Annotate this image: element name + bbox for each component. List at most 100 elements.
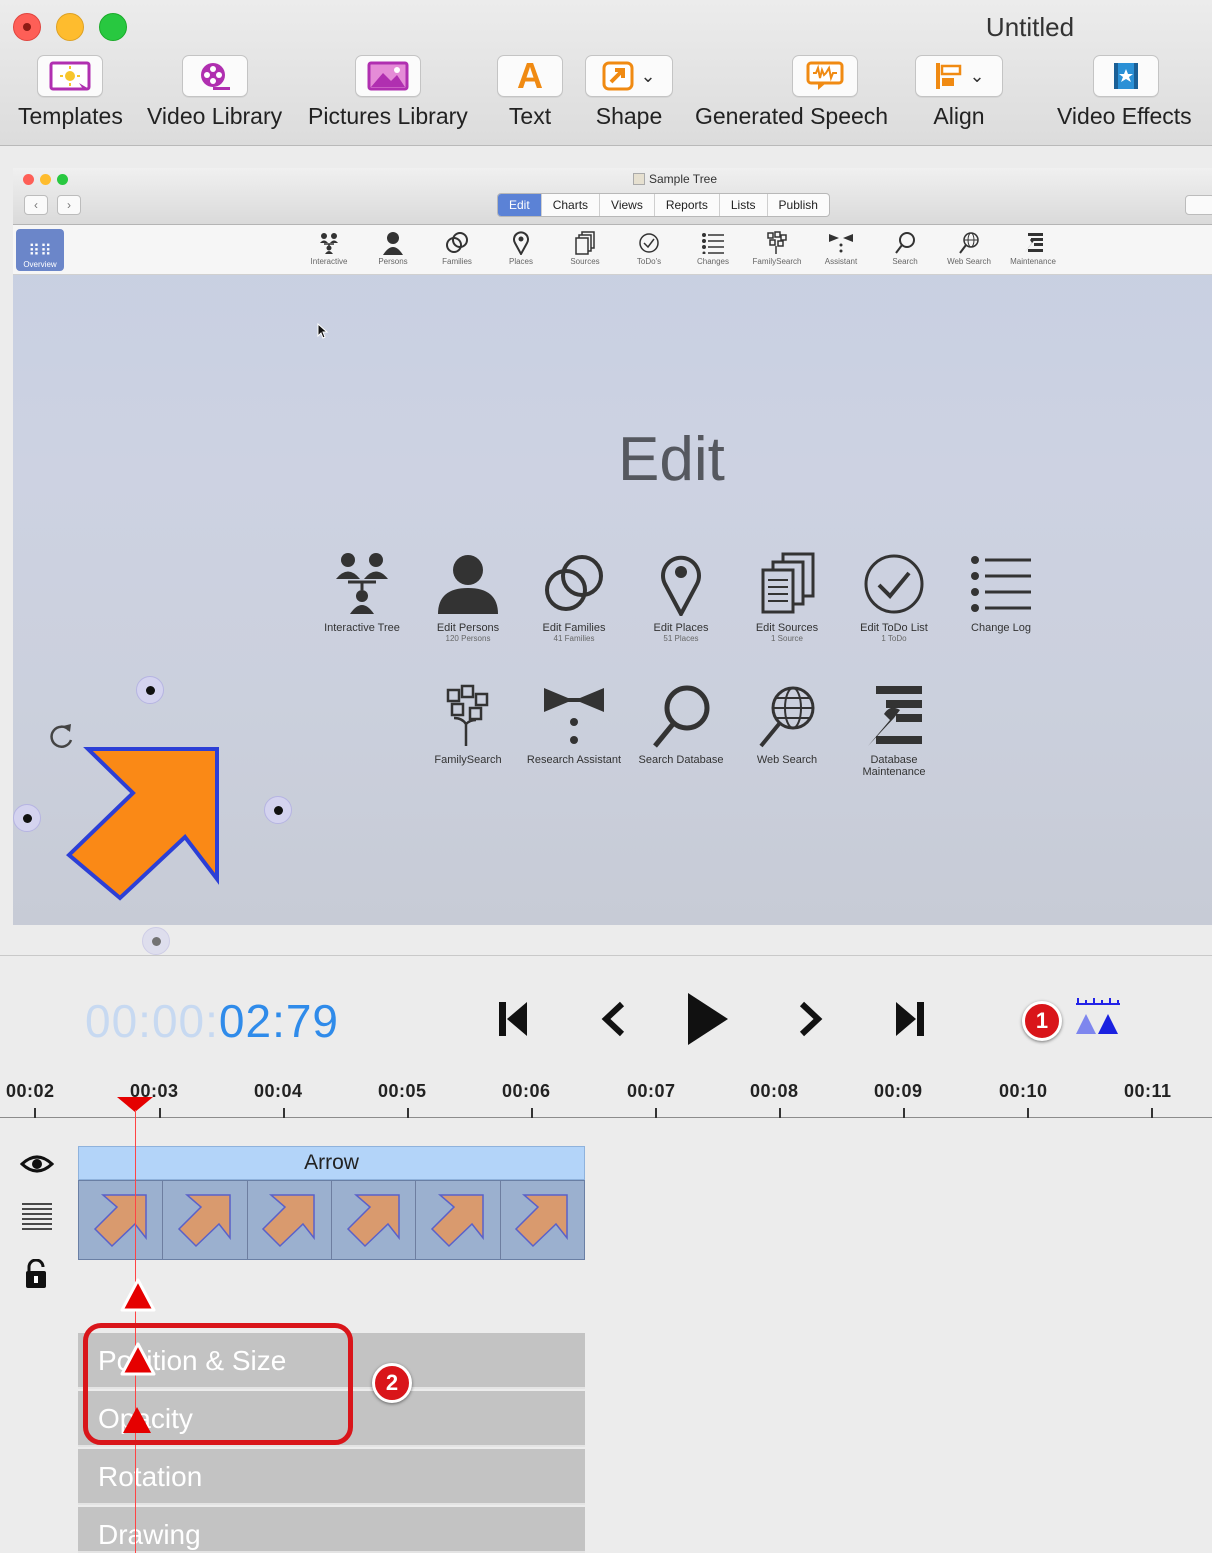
previous-frame-button[interactable] xyxy=(588,994,638,1044)
familysearch-item: FamilySearch xyxy=(408,680,528,766)
ruler-tick xyxy=(159,1108,161,1118)
toolbar-maintenance: Maintenance xyxy=(1001,229,1065,266)
inner-tab-bar: Edit Charts Views Reports Lists Publish xyxy=(497,193,830,217)
clip-thumbnail xyxy=(416,1181,501,1259)
visibility-eye-icon[interactable] xyxy=(20,1154,54,1174)
generated-speech-label: Generated Speech xyxy=(695,103,889,129)
clip-thumbnail xyxy=(247,1181,332,1259)
ruler-markers-icon xyxy=(1076,998,1120,1034)
toolbar-web-search: Web Search xyxy=(937,229,1001,266)
ruler-label: 00:11 xyxy=(1124,1081,1172,1101)
database-maintenance-item: Database Maintenance xyxy=(834,680,954,778)
toolbar-todos: ToDo's xyxy=(617,229,681,266)
resize-handle[interactable] xyxy=(142,927,170,955)
property-drawing[interactable]: Drawing xyxy=(78,1507,585,1553)
timecode-bright: 02:79 xyxy=(218,995,340,1047)
video-canvas[interactable]: Sample Tree ‹ › Edit Charts Views Report… xyxy=(13,168,1212,925)
ruler-tick xyxy=(531,1108,533,1118)
track-lines-icon[interactable] xyxy=(20,1201,54,1231)
resize-handle[interactable] xyxy=(264,796,292,824)
go-to-end-button[interactable] xyxy=(885,994,935,1044)
skip-to-end-icon xyxy=(896,1002,924,1036)
interactive-tree-icon xyxy=(320,233,338,254)
bowtie-icon xyxy=(544,688,604,744)
templates-icon xyxy=(49,61,91,91)
text-button[interactable]: A Text xyxy=(497,55,563,130)
timeline-zoom-button[interactable] xyxy=(1074,996,1122,1041)
align-button[interactable]: ⌄ Align xyxy=(915,55,1003,130)
video-effects-button[interactable]: Video Effects xyxy=(1057,55,1192,130)
magnifier-icon xyxy=(895,232,915,254)
list-icon xyxy=(702,233,724,254)
ruler-label: 00:05 xyxy=(378,1081,427,1101)
timeline-ruler[interactable]: 00:02 00:03 00:04 00:05 00:06 00:07 00:0… xyxy=(0,1073,1212,1118)
chevron-down-icon: ⌄ xyxy=(640,65,656,86)
clip-thumbnail xyxy=(79,1181,164,1259)
bowtie-icon xyxy=(829,234,853,253)
toolbar-persons: Persons xyxy=(361,229,425,266)
ruler-label: 00:07 xyxy=(627,1081,676,1101)
toolbar-changes: Changes xyxy=(681,229,745,266)
research-assistant-item: Research Assistant xyxy=(514,680,634,766)
arrow-thumbnail-icon xyxy=(346,1194,400,1248)
resize-handle[interactable] xyxy=(136,676,164,704)
minimize-window-button[interactable] xyxy=(56,13,84,41)
rings-icon xyxy=(545,555,603,611)
grid-icon: ⠿⠿ xyxy=(28,243,52,260)
interactive-tree-icon xyxy=(336,553,388,614)
align-label: Align xyxy=(933,103,985,129)
zoom-window-button[interactable] xyxy=(99,13,127,41)
play-button[interactable] xyxy=(683,993,733,1045)
ruler-label: 00:10 xyxy=(999,1081,1048,1101)
inner-close-button xyxy=(23,174,34,185)
inner-minimize-button xyxy=(40,174,51,185)
ruler-label: 00:09 xyxy=(874,1081,923,1101)
rotate-icon[interactable] xyxy=(47,721,77,751)
map-pin-icon xyxy=(661,555,701,616)
chevron-down-icon: ⌄ xyxy=(969,65,985,86)
globe-search-icon xyxy=(759,686,815,748)
mouse-cursor-icon xyxy=(317,323,329,339)
generated-speech-button[interactable]: Generated Speech xyxy=(695,55,888,130)
clip-thumbnail xyxy=(331,1181,417,1259)
ruler-tick xyxy=(903,1108,905,1118)
keyframe-marker[interactable] xyxy=(119,1277,157,1313)
ruler-tick xyxy=(1151,1108,1153,1118)
go-to-start-button[interactable] xyxy=(488,994,538,1044)
clip-thumbnail xyxy=(500,1181,584,1259)
web-search-item: Web Search xyxy=(727,680,847,766)
pictures-library-label: Pictures Library xyxy=(308,103,468,129)
ruler-tick xyxy=(655,1108,657,1118)
clip-title[interactable]: Arrow xyxy=(78,1146,585,1180)
edit-todo-list-item: Edit ToDo List 1 ToDo xyxy=(834,548,954,643)
arrow-thumbnail-icon xyxy=(515,1194,569,1248)
clip-thumbnails[interactable] xyxy=(78,1180,585,1260)
shape-button[interactable]: ⌄ Shape xyxy=(585,55,673,130)
checkmark-circle-icon xyxy=(639,233,659,253)
callout-1: 1 xyxy=(1022,1001,1062,1041)
close-window-button[interactable] xyxy=(13,13,41,41)
timecode-dim: 00:00: xyxy=(85,995,219,1047)
toolbar-interactive: Interactive xyxy=(297,229,361,266)
shape-label: Shape xyxy=(595,103,663,129)
resize-handle[interactable] xyxy=(13,804,41,832)
inner-window-title: Sample Tree xyxy=(633,172,717,186)
templates-button[interactable]: Templates xyxy=(18,55,123,130)
arrow-shape[interactable] xyxy=(63,743,233,903)
text-label: Text xyxy=(508,103,552,129)
rings-icon xyxy=(446,232,468,253)
edit-persons-item: Edit Persons 120 Persons xyxy=(408,548,528,643)
property-rotation[interactable]: Rotation xyxy=(78,1449,585,1505)
overview-button: ⠿⠿ Overview xyxy=(16,229,64,271)
next-frame-button[interactable] xyxy=(786,994,836,1044)
pictures-library-button[interactable]: Pictures Library xyxy=(308,55,468,130)
unlocked-padlock-icon[interactable] xyxy=(24,1259,48,1289)
ruler-tick xyxy=(1027,1108,1029,1118)
tab-charts: Charts xyxy=(542,194,601,216)
video-library-label: Video Library xyxy=(147,103,283,129)
edit-sources-item: Edit Sources 1 Source xyxy=(727,548,847,643)
skip-to-start-icon xyxy=(499,1002,527,1036)
video-library-button[interactable]: Video Library xyxy=(147,55,282,130)
ruler-tick xyxy=(283,1108,285,1118)
edit-families-item: Edit Families 41 Families xyxy=(514,548,634,643)
